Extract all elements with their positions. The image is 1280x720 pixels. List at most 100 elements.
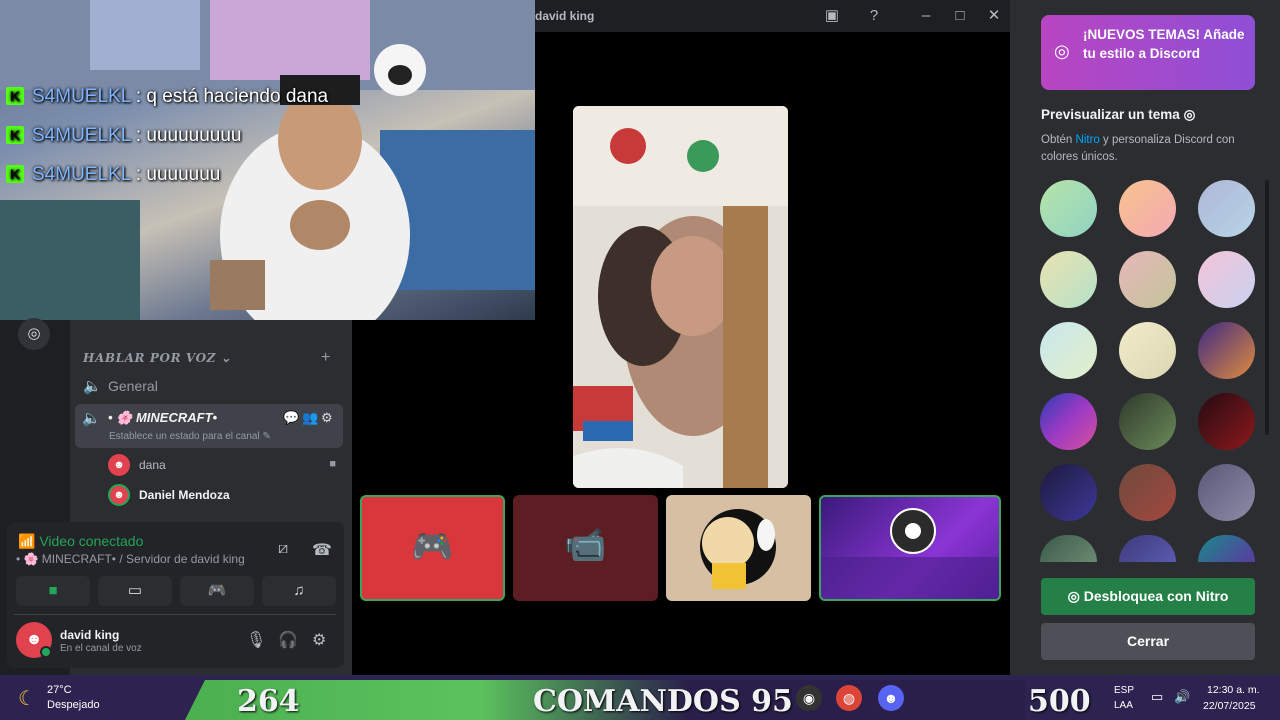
- close-window-icon[interactable]: ✕: [984, 6, 1004, 26]
- user-name[interactable]: david king: [60, 628, 119, 642]
- moon-icon: ☾: [18, 688, 36, 710]
- discord-app-icon[interactable]: ☻: [878, 685, 904, 711]
- chat-username: S4MUELKL: [32, 86, 131, 107]
- clock-time[interactable]: 12:30 a. m.: [1207, 684, 1260, 696]
- obs-logo-icon: [821, 508, 999, 599]
- obs-app-icon[interactable]: ◉: [796, 685, 822, 711]
- theme-swatch[interactable]: [1198, 180, 1255, 237]
- invite-user-icon[interactable]: 👥: [302, 410, 318, 426]
- desc-text: Obtén: [1041, 134, 1076, 146]
- voice-user-row[interactable]: ☻ dana ■: [108, 454, 342, 478]
- maximize-icon[interactable]: □: [950, 6, 970, 26]
- scrollbar[interactable]: [1265, 180, 1269, 435]
- chat-message: : uuuuuuu: [135, 164, 221, 185]
- language-indicator[interactable]: ESP: [1114, 685, 1134, 696]
- video-frame-art: [573, 106, 788, 488]
- user-status: En el canal de voz: [60, 643, 142, 654]
- microphone-icon[interactable]: 🎙: [246, 630, 266, 650]
- screen-share-icon[interactable]: ▣: [822, 6, 842, 26]
- add-channel-icon[interactable]: +: [321, 349, 330, 367]
- theme-swatch[interactable]: [1040, 393, 1097, 450]
- theme-swatch[interactable]: [1119, 464, 1176, 521]
- overlay-banner: COMANDOS 95: [533, 684, 793, 719]
- kick-badge-icon: K: [6, 165, 24, 183]
- unlock-label: Desbloquea con Nitro: [1083, 588, 1229, 604]
- chat-line: K S4MUELKL : uuuuuuu: [6, 164, 220, 186]
- theme-swatch[interactable]: [1198, 322, 1255, 379]
- weather-description[interactable]: Despejado: [47, 699, 100, 711]
- speaker-icon: 🔈: [82, 410, 101, 427]
- nitro-link[interactable]: Nitro: [1076, 134, 1100, 146]
- channel-general[interactable]: General: [108, 378, 158, 394]
- theme-swatch[interactable]: [1040, 322, 1097, 379]
- noise-suppression-icon[interactable]: ⧄: [278, 540, 288, 558]
- help-icon[interactable]: ?: [864, 6, 884, 26]
- video-camera-icon: 📹: [564, 526, 607, 564]
- stream-webcam-overlay: [0, 0, 535, 320]
- voice-channel-path[interactable]: • 🌸 MINECRAFT• / Servidor de david king: [16, 552, 245, 566]
- channel-minecraft-name[interactable]: • 🌸 MINECRAFT•: [108, 410, 217, 426]
- chat-bubble-icon[interactable]: 💬: [283, 410, 299, 426]
- anime-avatar-art: [700, 509, 776, 589]
- webcam-scene-art: [0, 0, 535, 320]
- network-icon[interactable]: ▭: [1151, 689, 1163, 705]
- avatar: ☻: [108, 454, 130, 476]
- unlock-with-nitro-button[interactable]: ◎ Desbloquea con Nitro: [1041, 578, 1255, 615]
- participant-tile-camera[interactable]: 📹: [513, 495, 658, 601]
- camera-toggle-button[interactable]: ■: [16, 576, 90, 606]
- discover-compass-icon[interactable]: ◎: [18, 318, 50, 350]
- close-button[interactable]: Cerrar: [1041, 623, 1255, 660]
- theme-swatch[interactable]: [1198, 251, 1255, 308]
- channel-status-text: Establece un estado para el canal: [109, 431, 260, 442]
- chat-line: K S4MUELKL : uuuuuuuuu: [6, 125, 242, 147]
- preview-theme-label: Previsualizar un tema: [1041, 107, 1180, 122]
- voice-category-header[interactable]: HABLAR POR VOZ ⌄: [83, 351, 231, 365]
- theme-swatch[interactable]: [1198, 464, 1255, 521]
- theme-swatch[interactable]: [1198, 393, 1255, 450]
- chevron-down-icon: ⌄: [220, 351, 232, 365]
- main-video-feed[interactable]: [573, 106, 788, 488]
- channel-status-placeholder[interactable]: Establece un estado para el canal ✎: [109, 431, 271, 442]
- theme-swatch[interactable]: [1119, 180, 1176, 237]
- theme-swatch[interactable]: [1040, 180, 1097, 237]
- gear-icon[interactable]: ⚙: [321, 410, 333, 426]
- weather-temperature[interactable]: 27°C: [47, 684, 72, 696]
- headphones-icon[interactable]: 🎧: [278, 630, 298, 650]
- participant-tile-discord[interactable]: 🎮: [360, 495, 505, 601]
- nitro-icon: ◎: [1054, 41, 1070, 61]
- kick-badge-icon: K: [6, 126, 24, 144]
- participant-tile-obs[interactable]: [819, 495, 1001, 601]
- voice-user-row[interactable]: ☻ Daniel Mendoza: [108, 484, 342, 508]
- divider: [14, 614, 336, 615]
- voice-status[interactable]: 📶 Video conectado: [18, 533, 143, 550]
- nitro-icon: ◎: [1067, 588, 1080, 604]
- chrome-app-icon[interactable]: ◍: [836, 685, 862, 711]
- screen-share-button[interactable]: ▭: [98, 576, 172, 606]
- pencil-icon: ✎: [262, 431, 271, 442]
- soundboard-button[interactable]: ♫: [262, 576, 336, 606]
- keyboard-layout[interactable]: LAA: [1114, 700, 1133, 711]
- voice-status-text: Video conectado: [39, 533, 144, 549]
- chat-username: S4MUELKL: [32, 164, 131, 185]
- volume-icon[interactable]: 🔊: [1174, 689, 1190, 705]
- theme-swatch[interactable]: [1119, 322, 1176, 379]
- gear-icon[interactable]: ⚙: [312, 630, 326, 650]
- theme-swatch[interactable]: [1040, 251, 1097, 308]
- theme-swatch[interactable]: [1119, 251, 1176, 308]
- camera-icon: ■: [329, 458, 336, 470]
- voice-user-name: dana: [139, 458, 166, 472]
- signal-icon: 📶: [18, 533, 36, 549]
- clock-date[interactable]: 22/07/2025: [1203, 700, 1256, 712]
- title-bar: [535, 0, 1010, 32]
- discord-logo-icon: 🎮: [411, 528, 454, 566]
- theme-swatch[interactable]: [1040, 464, 1097, 521]
- chat-message: : uuuuuuuuu: [135, 125, 242, 146]
- activities-button[interactable]: 🎮: [180, 576, 254, 606]
- nitro-icon: ◎: [1183, 107, 1196, 122]
- participant-tile-avatar[interactable]: [666, 495, 811, 601]
- disconnect-icon[interactable]: ☎: [312, 540, 332, 560]
- minimize-icon[interactable]: –: [916, 6, 936, 26]
- chat-message: : q está haciendo dana: [135, 86, 329, 107]
- theme-swatch[interactable]: [1119, 393, 1176, 450]
- window-title: david king: [535, 9, 595, 23]
